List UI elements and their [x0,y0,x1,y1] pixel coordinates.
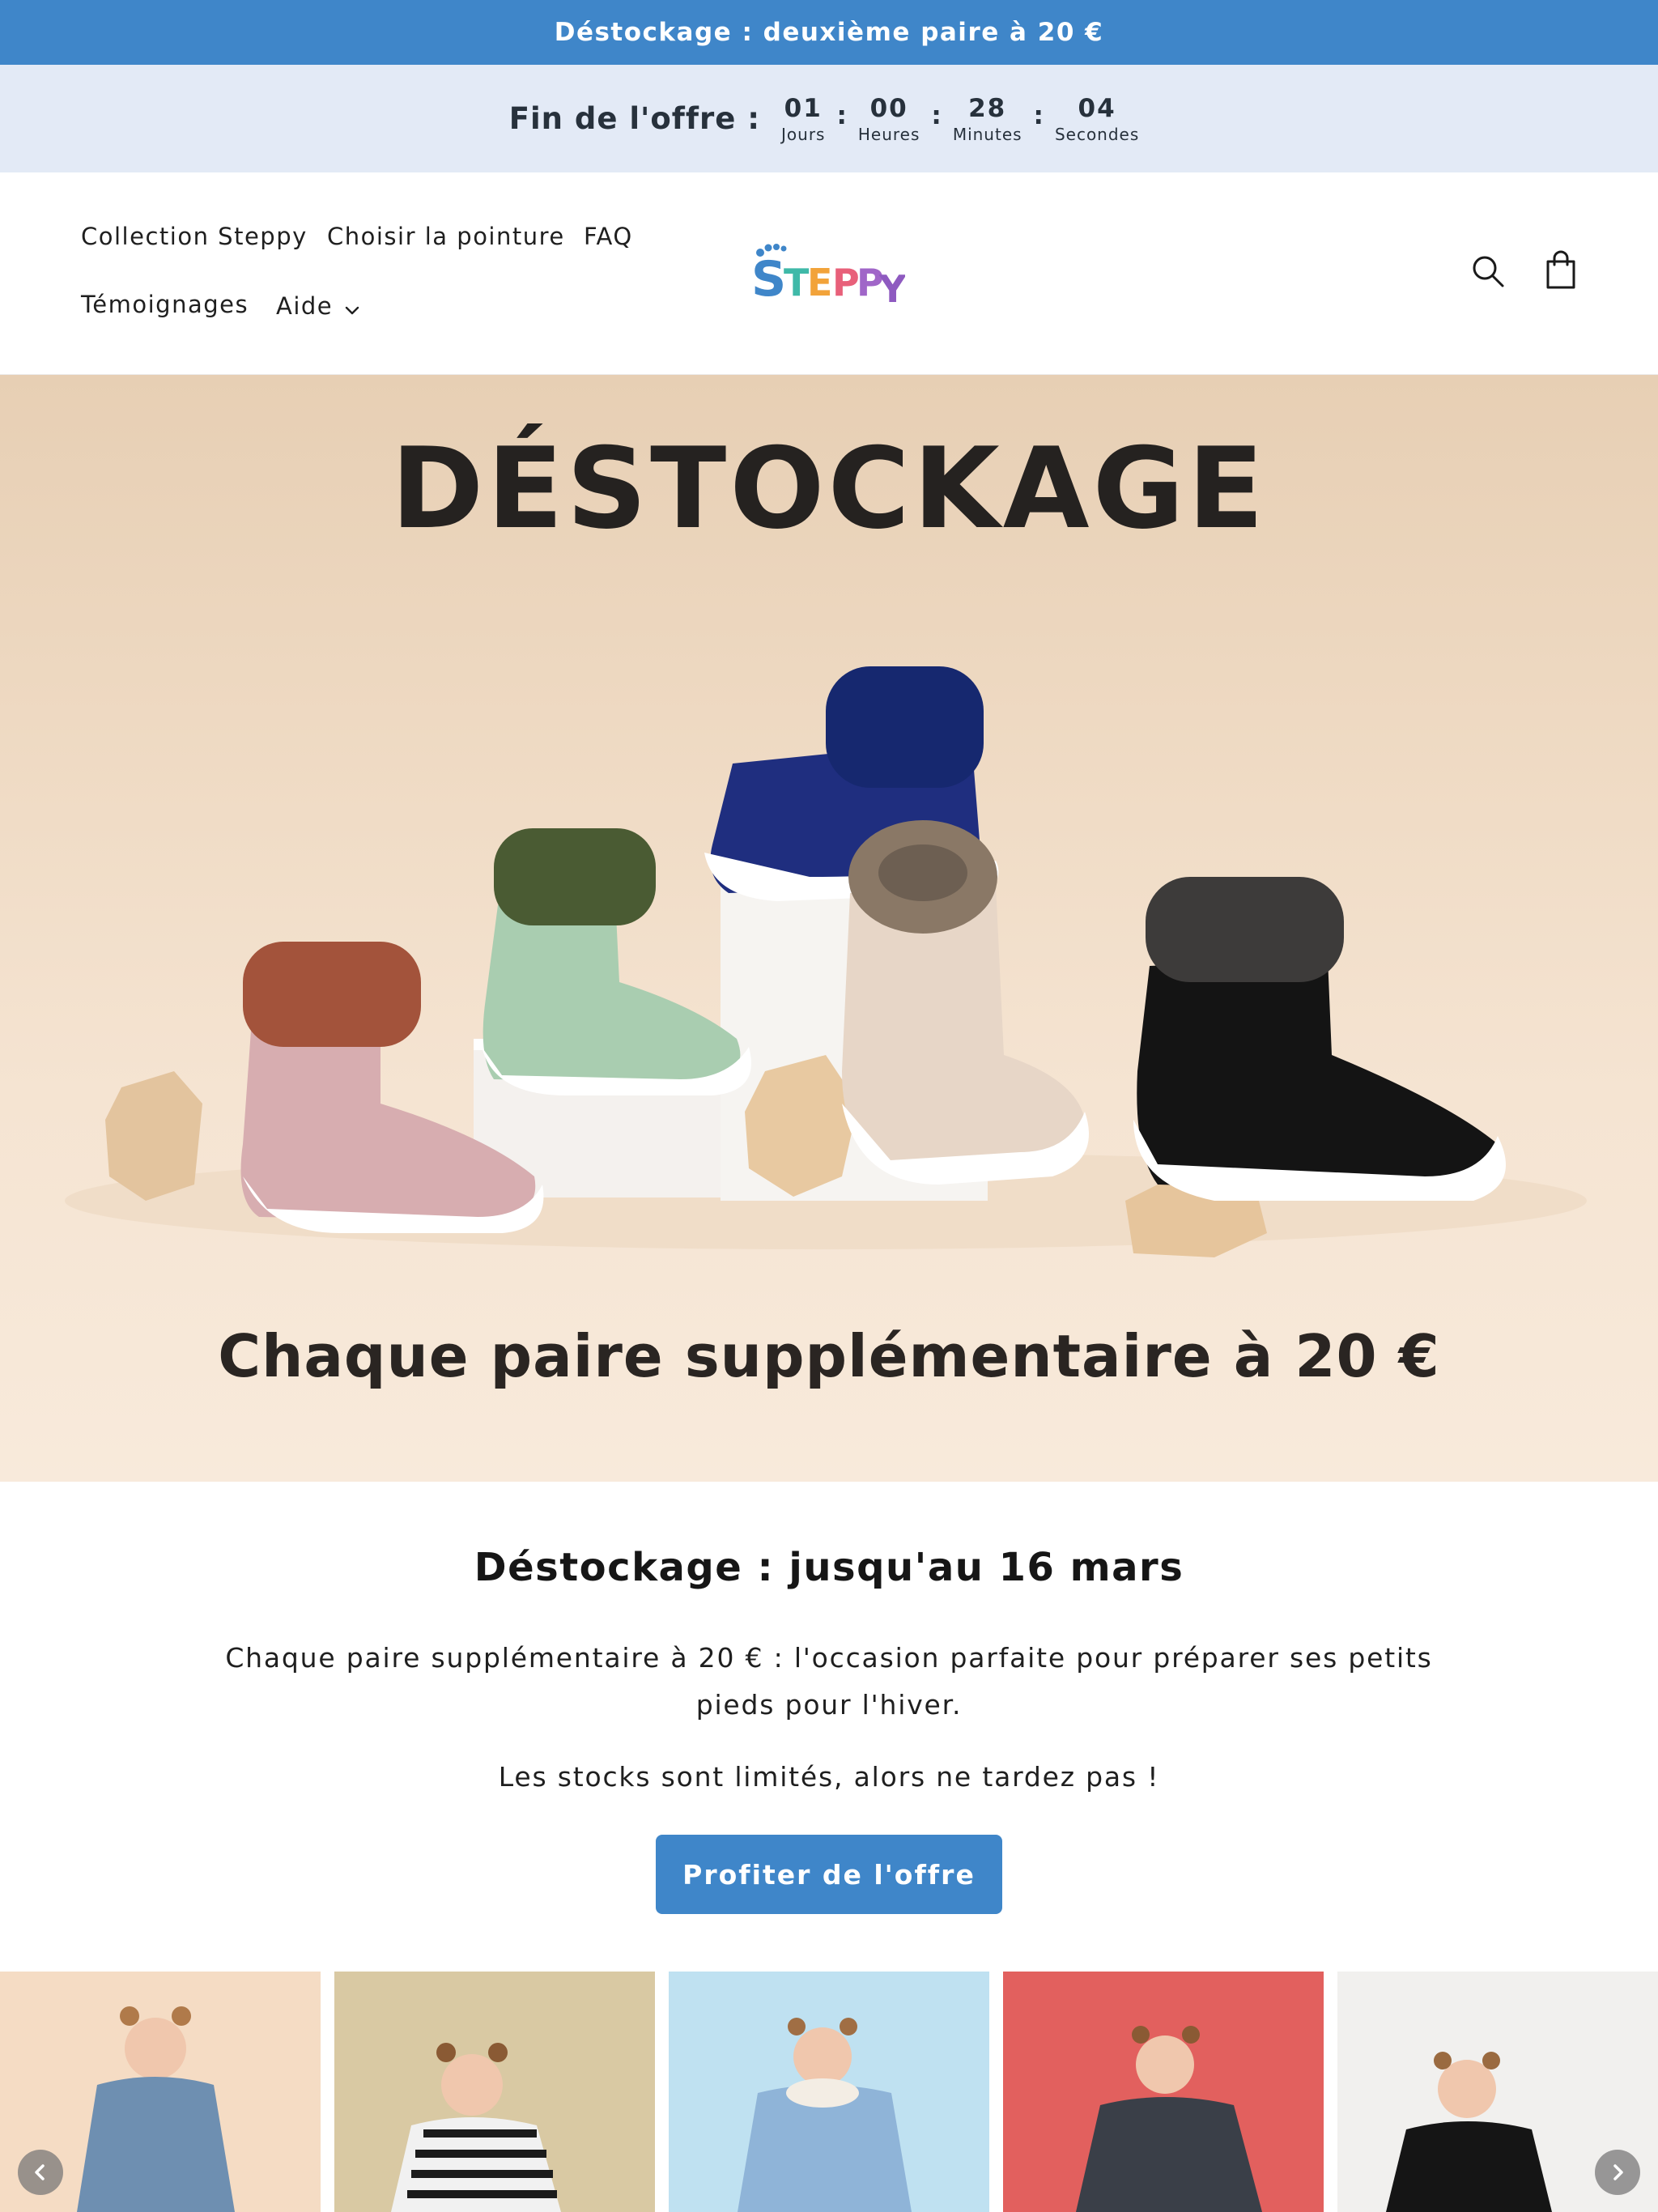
countdown-separator: : [1033,100,1044,130]
countdown-minutes-caption: Minutes [952,124,1022,144]
svg-text:E: E [807,261,832,304]
countdown-hours-value: 00 [869,93,908,123]
nav-aide-label: Aide [276,292,334,320]
carousel-slide[interactable] [1003,1972,1324,2212]
countdown-separator: : [931,100,942,130]
countdown-seconds-caption: Secondes [1054,124,1140,144]
countdown-seconds-value: 04 [1078,93,1116,123]
countdown-days: 01 Jours [772,93,835,145]
chevron-down-icon [344,294,360,321]
shoe-black [1133,877,1506,1201]
child-photo [1076,2026,1262,2212]
announcement-bar: Déstockage : deuxième paire à 20 € [0,0,1658,65]
site-header: Collection Steppy Choisir la pointure FA… [0,172,1658,375]
countdown-label: Fin de l'offre : [508,101,761,136]
nav-aide[interactable]: Aide [276,291,360,321]
hero-subtitle: Chaque paire supplémentaire à 20 € [218,1322,1440,1390]
nav-collection-steppy[interactable]: Collection Steppy [81,223,308,250]
nav-temoignages[interactable]: Témoignages [81,291,249,318]
svg-text:S: S [751,251,786,307]
svg-text:Y: Y [878,267,905,307]
nav-faq[interactable]: FAQ [584,223,633,250]
countdown-separator: : [836,100,847,130]
carousel-slide[interactable] [334,1972,655,2212]
photo-carousel [0,1972,1658,2212]
carousel-slide[interactable] [669,1972,989,2212]
section-paragraph-2: Les stocks sont limités, alors ne tardez… [498,1761,1160,1793]
chevron-left-icon[interactable] [18,2150,63,2195]
countdown-seconds: 04 Secondes [1045,93,1149,145]
announcement-text: Déstockage : deuxième paire à 20 € [554,18,1104,47]
countdown-minutes: 28 Minutes [943,93,1032,145]
cart-icon[interactable] [1543,250,1579,294]
countdown-hours-caption: Heures [857,124,920,144]
section-paragraph-1: Chaque paire supplémentaire à 20 € : l'o… [225,1642,1433,1721]
steppy-logo[interactable]: S T E P P Y [743,237,907,311]
svg-text:P: P [832,261,860,304]
countdown-days-caption: Jours [781,124,826,144]
child-photo [391,2043,561,2212]
countdown-minutes-value: 28 [968,93,1007,123]
search-icon[interactable] [1470,253,1506,292]
profiter-offre-button[interactable]: Profiter de l'offre [656,1835,1002,1914]
countdown-days-value: 01 [784,93,823,123]
chevron-right-icon[interactable] [1595,2150,1640,2195]
shoe-beige [842,820,1089,1185]
nav-choisir-pointure[interactable]: Choisir la pointure [327,223,565,250]
countdown-hours: 00 Heures [848,93,930,145]
countdown-bar: Fin de l'offre : 01 Jours : 00 Heures : … [0,65,1658,172]
child-photo [738,2018,912,2212]
section-title: Déstockage : jusqu'au 16 mars [474,1545,1184,1590]
hero-product-image [65,666,1587,1257]
hero-title: DÉSTOCKAGE [390,423,1268,554]
hero-banner[interactable]: DÉSTOCKAGE Chaque paire supplémentaire à… [0,375,1658,1482]
svg-text:T: T [784,261,810,304]
